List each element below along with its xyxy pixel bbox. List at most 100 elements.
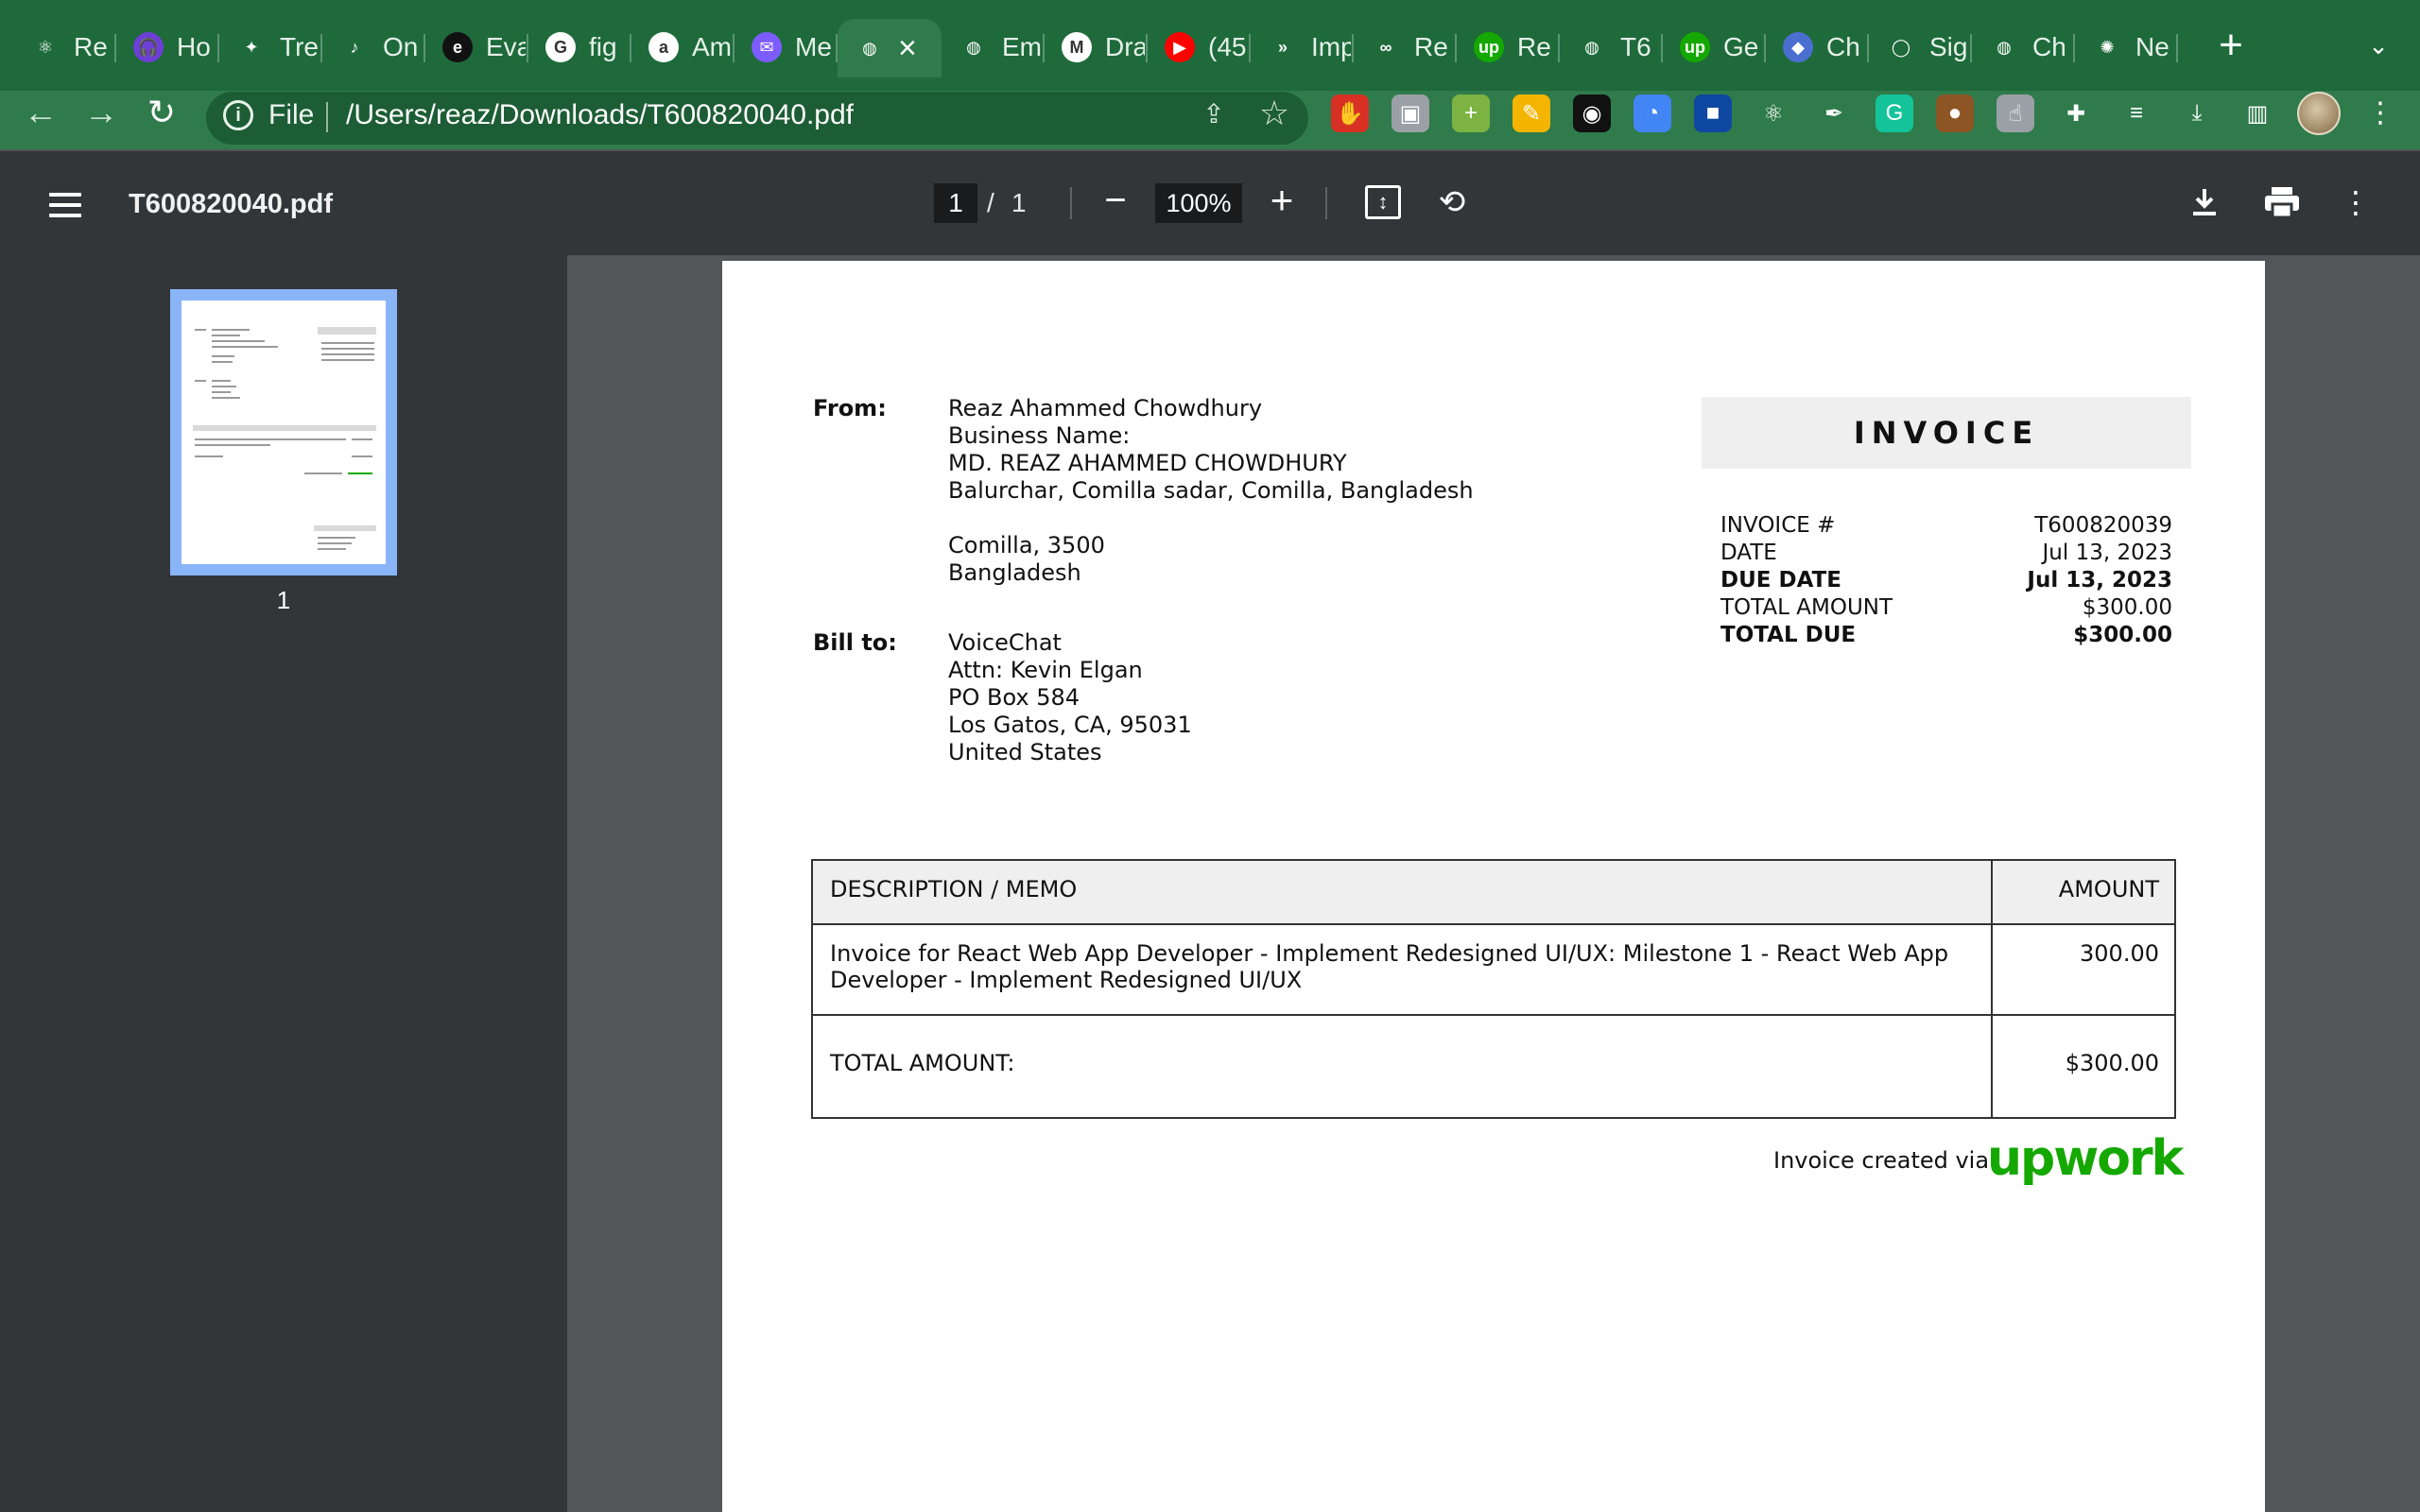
- side-panel-icon[interactable]: ▥: [2238, 94, 2276, 132]
- amazon-icon: a: [648, 32, 679, 62]
- forward-arrow-icon[interactable]: →: [79, 91, 123, 134]
- invoice-meta-row: TOTAL DUE $300.00: [1720, 622, 2172, 649]
- thumb-line: [195, 455, 223, 457]
- browser-tab[interactable]: ∞ Re: [1354, 19, 1457, 76]
- page-number-input[interactable]: 1: [934, 183, 977, 223]
- thumb-line: [321, 359, 374, 361]
- zoom-out-icon[interactable]: −: [1097, 181, 1134, 223]
- eyedropper-icon[interactable]: ✒: [1815, 94, 1853, 132]
- back-arrow-icon[interactable]: ←: [19, 91, 62, 134]
- invoice-heading: INVOICE: [1702, 397, 2191, 469]
- share-icon[interactable]: ⇪: [1197, 98, 1231, 132]
- page-thumbnail[interactable]: [182, 301, 386, 564]
- browser-tab[interactable]: ✺ Ne: [2075, 19, 2178, 76]
- page-total: 1: [1011, 188, 1027, 217]
- fit-to-page-icon[interactable]: [1365, 185, 1401, 219]
- extensions-bar: ✋ ▣ + ✎ ◉ ◔ ■ ⚛ ✒ G ● ☝ ✚ ≡ ⤓ ▥: [1331, 94, 2299, 132]
- browser-tab[interactable]: M Dra: [1045, 19, 1148, 76]
- book-icon[interactable]: ■: [1694, 94, 1732, 132]
- download-icon[interactable]: [2186, 183, 2223, 221]
- bookmark-star-icon[interactable]: ☆: [1255, 94, 1293, 132]
- browser-tab[interactable]: ◍ T6: [1560, 19, 1663, 76]
- browser-tab[interactable]: ✦ Tre: [219, 19, 322, 76]
- site-info-icon[interactable]: i: [223, 100, 253, 130]
- browser-tab[interactable]: a Am: [631, 19, 735, 76]
- browser-tab[interactable]: ♪ On: [322, 19, 425, 76]
- from-label: From:: [813, 395, 887, 421]
- invoice-meta-row: DATE Jul 13, 2023: [1720, 540, 2172, 567]
- react-icon: ⚛: [30, 32, 60, 62]
- browser-tab[interactable]: up Ge: [1663, 19, 1766, 76]
- invoice-meta-row: INVOICE # T600820039: [1720, 512, 2172, 540]
- browser-menu-icon[interactable]: ⋮: [2363, 94, 2397, 132]
- thumb-line: [212, 386, 236, 387]
- tab-label: Imp: [1311, 32, 1351, 61]
- table-column-divider: [1991, 861, 1993, 1117]
- tab-label: Ge: [1723, 32, 1759, 61]
- browser-tab[interactable]: » Imp: [1251, 19, 1354, 76]
- reload-icon[interactable]: ↻: [140, 91, 183, 134]
- thumb-line: [318, 537, 355, 539]
- puzzle-extensions-icon[interactable]: ✚: [2057, 94, 2095, 132]
- thumb-line: [212, 361, 233, 363]
- browser-tab[interactable]: up Re: [1457, 19, 1560, 76]
- document-title: T600820040.pdf: [129, 189, 334, 219]
- downloads-icon[interactable]: ⤓: [2178, 94, 2216, 132]
- pencil-color-icon[interactable]: ✎: [1512, 94, 1550, 132]
- stop-hand-icon[interactable]: ✋: [1331, 94, 1369, 132]
- thumb-line: [348, 472, 372, 474]
- new-tab-button[interactable]: +: [2212, 25, 2250, 70]
- browser-tab[interactable]: ◯ Sig: [1869, 19, 1972, 76]
- close-tab-icon[interactable]: ×: [898, 32, 917, 64]
- touch-icon[interactable]: ☝: [1996, 94, 2034, 132]
- tab-label: On: [383, 32, 419, 61]
- browser-tab[interactable]: ⚛ Re: [13, 19, 116, 76]
- gmail-icon: M: [1062, 32, 1092, 62]
- grammarly-icon[interactable]: G: [1876, 94, 1913, 132]
- browser-tab[interactable]: ✉ Me: [735, 19, 838, 76]
- browser-tab[interactable]: ◍ Ch: [1972, 19, 2075, 76]
- plus-circle-icon[interactable]: +: [1452, 94, 1490, 132]
- address-line: Los Gatos, CA, 95031: [948, 712, 1192, 738]
- profile-avatar[interactable]: [2297, 92, 2341, 135]
- thumb-block: [193, 425, 376, 431]
- print-icon[interactable]: [2261, 183, 2303, 221]
- thumb-line: [352, 438, 372, 440]
- reader-icon[interactable]: ◉: [1573, 94, 1611, 132]
- globe-icon: ◍: [1989, 32, 2019, 62]
- upwork-logo: upwork: [1987, 1130, 2184, 1187]
- meta-label: DATE: [1720, 541, 1777, 565]
- color-wheel-icon[interactable]: ◔: [1634, 94, 1671, 132]
- browser-tab[interactable]: Gfig: [528, 19, 631, 76]
- browser-tab[interactable]: ◍ Em: [942, 19, 1045, 76]
- cookie-icon[interactable]: ●: [1936, 94, 1974, 132]
- rotate-icon[interactable]: ⟲: [1433, 183, 1471, 221]
- sidebar-menu-icon[interactable]: [49, 193, 81, 217]
- toolbar-divider: [1325, 187, 1327, 219]
- thumb-line: [304, 472, 342, 474]
- thumb-line: [212, 355, 234, 357]
- browser-tab[interactable]: e Eva: [425, 19, 528, 76]
- upwork-icon: up: [1680, 32, 1710, 62]
- tab-search-chevron-icon[interactable]: ⌄: [2361, 26, 2395, 64]
- tab-label: fig: [589, 32, 617, 61]
- browser-tab[interactable]: ◆ Ch: [1766, 19, 1869, 76]
- browser-tab[interactable]: 🎧 Ho: [116, 19, 219, 76]
- zoom-in-icon[interactable]: +: [1263, 180, 1301, 221]
- url-text[interactable]: /Users/reaz/Downloads/T600820040.pdf: [346, 98, 854, 132]
- address-line: Bangladesh: [948, 559, 1081, 586]
- column-header-amount: AMOUNT: [2058, 876, 2159, 902]
- camera-icon[interactable]: ▣: [1392, 94, 1429, 132]
- tab-label: Em: [1002, 32, 1042, 61]
- google-icon: G: [545, 32, 576, 62]
- zoom-level-input[interactable]: 100%: [1155, 183, 1242, 223]
- browser-tab[interactable]: ◍ ×: [838, 19, 942, 77]
- react-devtools-icon[interactable]: ⚛: [1754, 94, 1792, 132]
- browser-tab[interactable]: ▶ (45: [1148, 19, 1251, 76]
- media-queue-icon[interactable]: ≡: [2118, 94, 2155, 132]
- more-actions-icon[interactable]: ⋮: [2339, 183, 2373, 221]
- figma-icon: ✦: [236, 32, 267, 62]
- meta-label: INVOICE #: [1720, 513, 1836, 538]
- address-line: United States: [948, 739, 1102, 765]
- meta-value: $300.00: [2073, 623, 2172, 647]
